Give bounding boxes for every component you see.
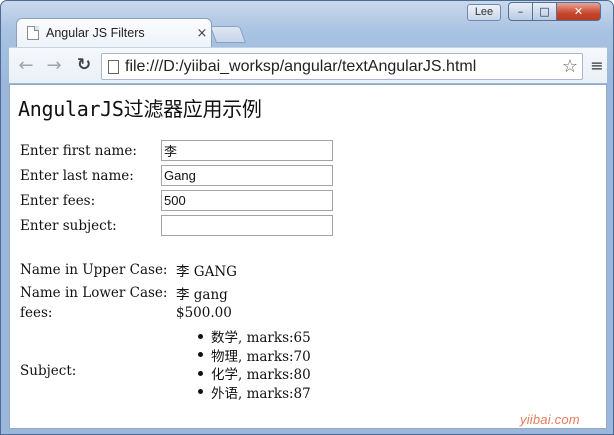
- forward-button[interactable]: →: [43, 54, 65, 76]
- last-name-row: Enter last name:: [20, 165, 333, 186]
- lower-case-row: Name in Lower Case: 李 gang: [20, 283, 228, 303]
- list-item: 化学, marks:80: [198, 364, 311, 383]
- minimize-button[interactable]: –: [508, 2, 533, 21]
- title-bar: Angular JS Filters × Lee – □ ✕: [1, 1, 613, 47]
- reload-button[interactable]: ↻: [73, 54, 95, 76]
- tab-angular-js-filters[interactable]: Angular JS Filters ×: [16, 18, 212, 47]
- last-name-input[interactable]: [161, 165, 333, 186]
- back-button[interactable]: ←: [15, 54, 37, 76]
- fees-output-value: $500.00: [176, 305, 232, 321]
- subject-input-label: Enter subject:: [20, 217, 117, 234]
- window-controls: – □ ✕: [508, 2, 601, 21]
- list-item: 物理, marks:70: [198, 346, 311, 365]
- subject-list: 数学, marks:65 物理, marks:70 化学, marks:80 外…: [198, 327, 311, 402]
- fees-output-label: fees:: [20, 305, 53, 321]
- profile-badge[interactable]: Lee: [467, 4, 501, 21]
- star-icon[interactable]: ☆: [558, 56, 582, 77]
- fees-input[interactable]: [161, 190, 333, 211]
- page-title: AngularJS过滤器应用示例: [18, 97, 262, 121]
- upper-case-value: 李 GANG: [176, 264, 237, 280]
- first-name-row: Enter first name:: [20, 140, 333, 161]
- url-text[interactable]: file:///D:/yiibai_worksp/angular/textAng…: [125, 58, 558, 76]
- lower-case-label: Name in Lower Case:: [20, 285, 168, 301]
- subject-input[interactable]: [161, 215, 333, 236]
- page-viewport: AngularJS过滤器应用示例 Enter first name: Enter…: [9, 84, 607, 429]
- lower-case-value: 李 gang: [176, 287, 228, 303]
- fees-output-row: fees: $500.00: [20, 305, 232, 321]
- browser-toolbar: ← → ↻ file:///D:/yiibai_worksp/angular/t…: [9, 47, 607, 83]
- document-icon: [108, 59, 119, 74]
- hamburger-menu-icon[interactable]: ≡: [587, 55, 607, 75]
- fees-row: Enter fees:: [20, 190, 333, 211]
- watermark: yiibai.com: [520, 412, 580, 427]
- new-tab-button[interactable]: [209, 26, 247, 43]
- page-content: AngularJS过滤器应用示例 Enter first name: Enter…: [10, 85, 606, 428]
- first-name-label: Enter first name:: [20, 142, 137, 159]
- list-item: 数学, marks:65: [198, 327, 311, 346]
- address-bar[interactable]: file:///D:/yiibai_worksp/angular/textAng…: [101, 53, 583, 80]
- last-name-label: Enter last name:: [20, 167, 134, 184]
- upper-case-row: Name in Upper Case: 李 GANG: [20, 260, 237, 280]
- tab-close-icon[interactable]: ×: [193, 26, 211, 41]
- page-icon: [27, 26, 39, 40]
- list-item: 外语, marks:87: [198, 383, 311, 402]
- maximize-button[interactable]: □: [532, 2, 557, 21]
- subject-output-label: Subject:: [20, 363, 77, 379]
- fees-label: Enter fees:: [20, 192, 96, 209]
- subject-row: Enter subject:: [20, 215, 333, 236]
- browser-window: Angular JS Filters × Lee – □ ✕ ← → ↻ fil…: [0, 0, 614, 435]
- tab-title: Angular JS Filters: [46, 26, 145, 40]
- upper-case-label: Name in Upper Case:: [20, 262, 168, 278]
- close-window-button[interactable]: ✕: [556, 2, 601, 21]
- first-name-input[interactable]: [161, 140, 333, 161]
